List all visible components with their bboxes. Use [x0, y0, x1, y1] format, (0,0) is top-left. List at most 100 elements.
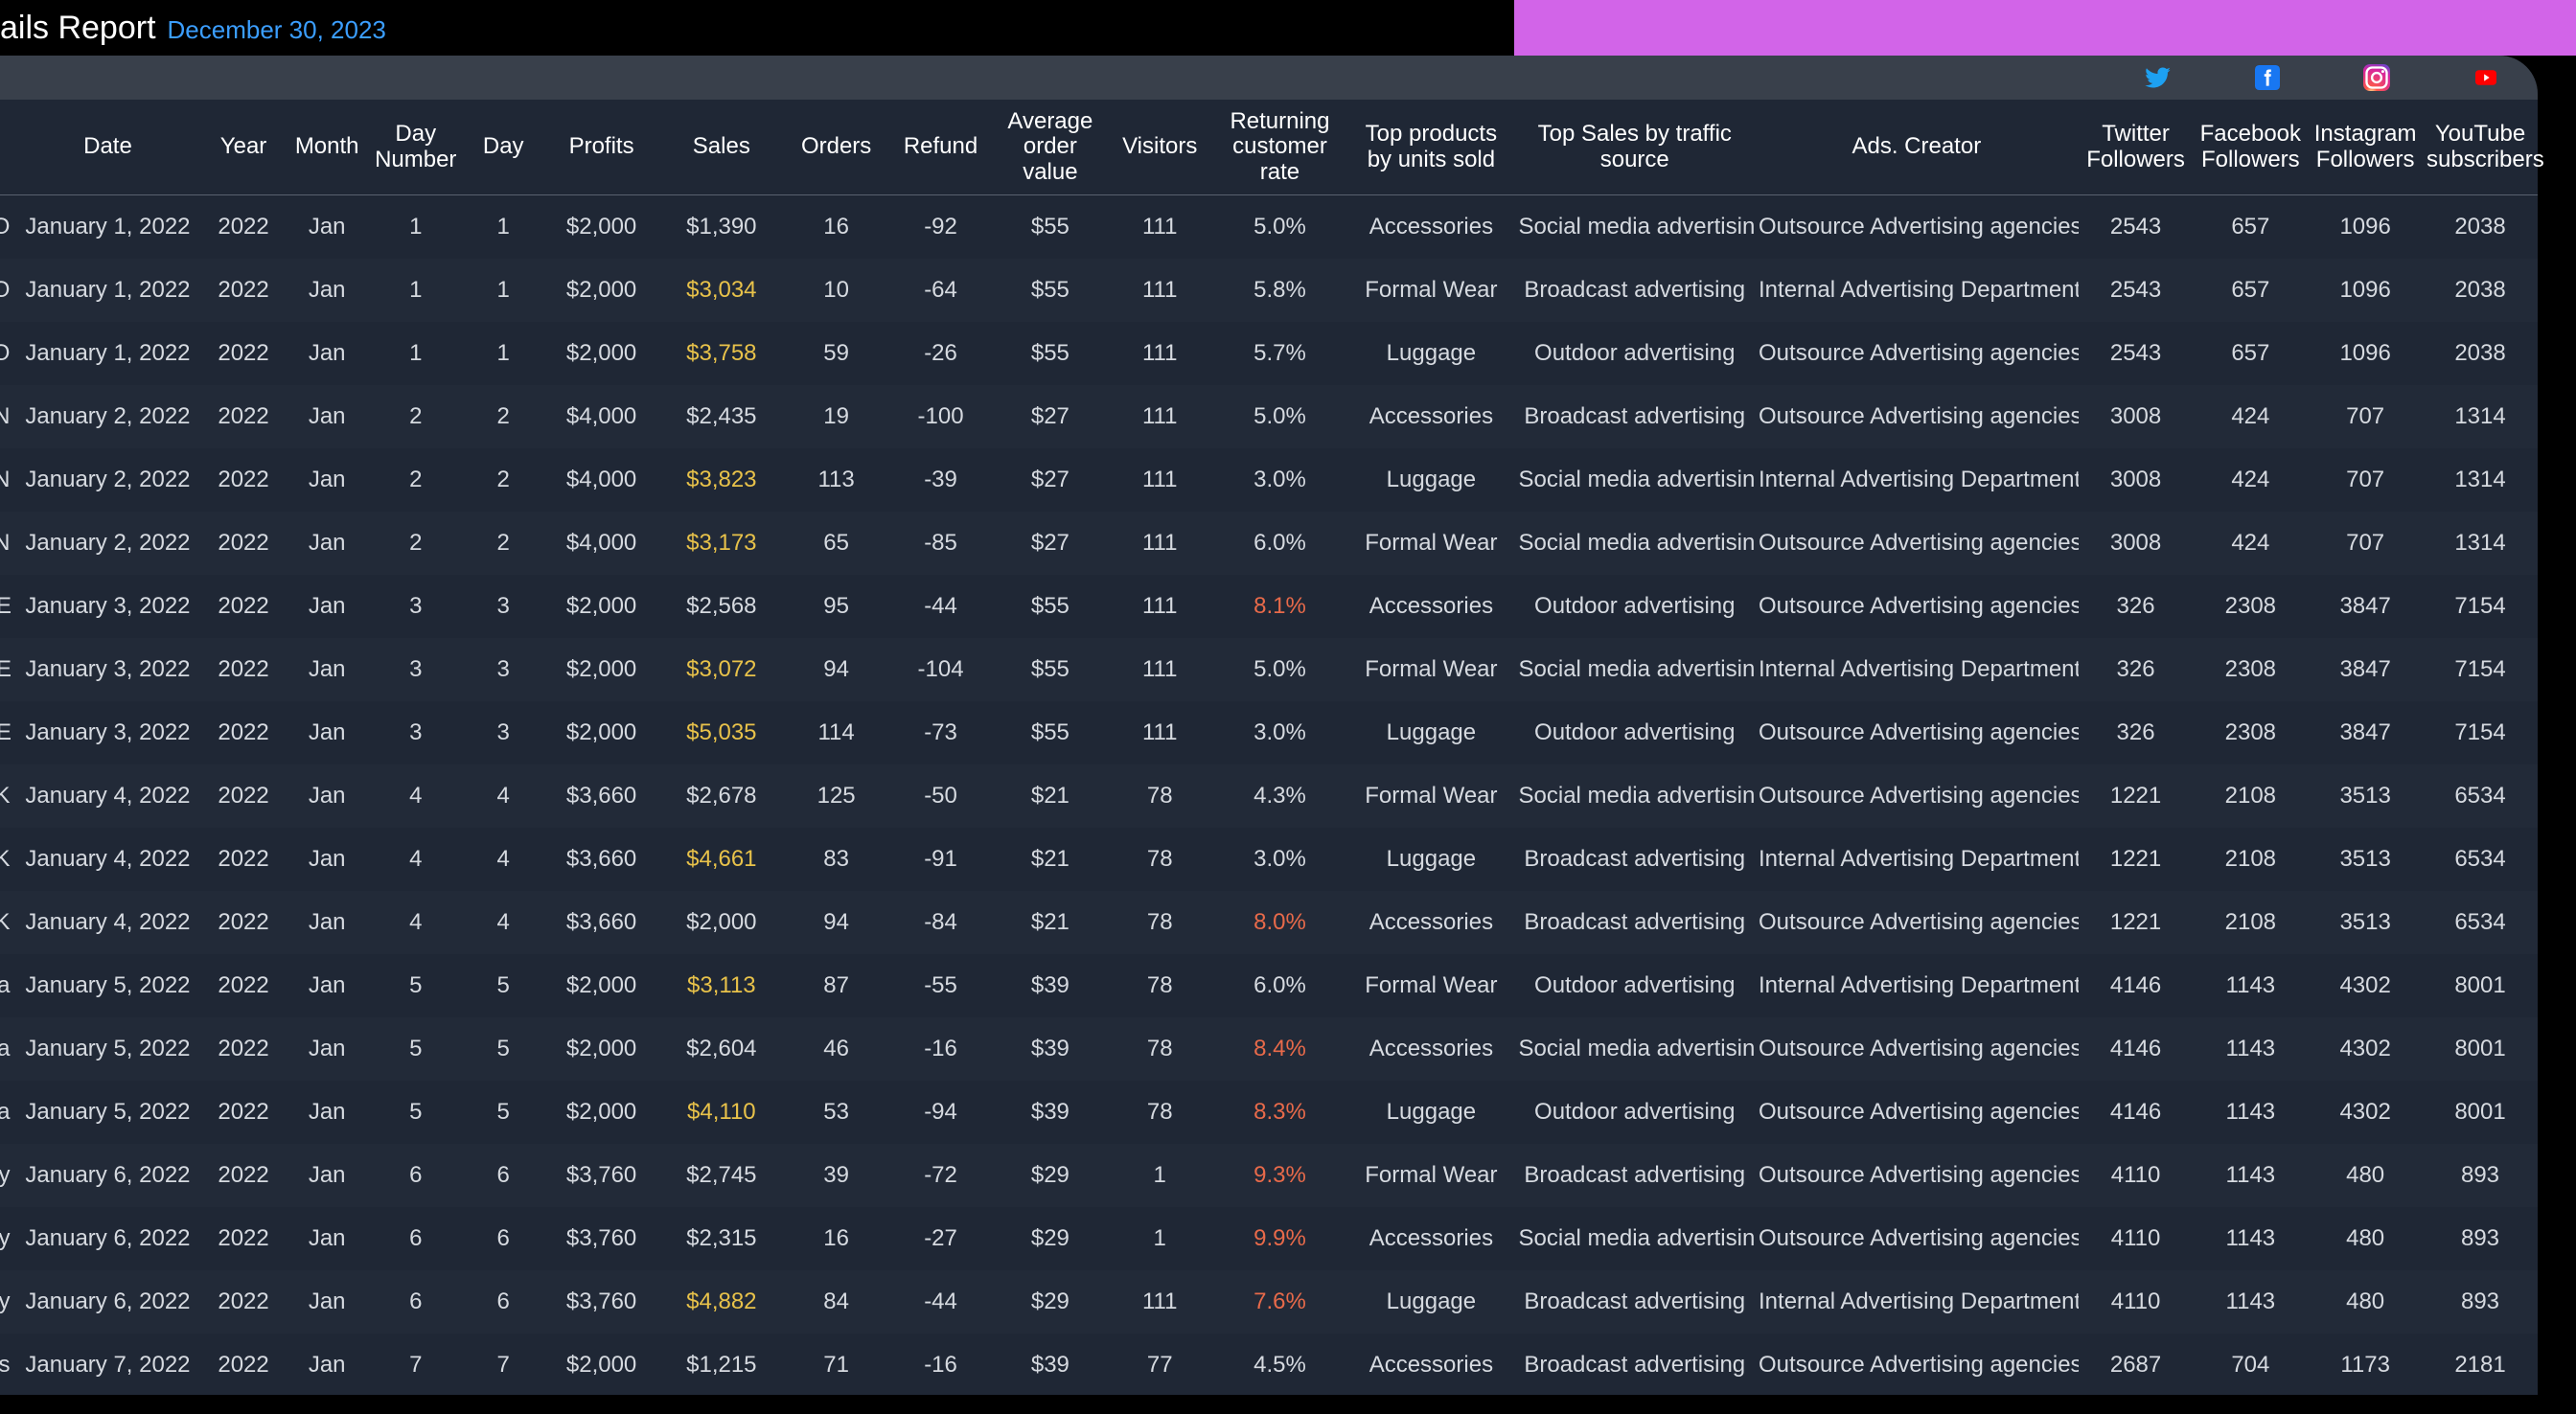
- cell-ig: 1096: [2308, 195, 2423, 259]
- table-row[interactable]: OJanuary 1, 20222022Jan11$2,000$3,03410-…: [0, 259, 2538, 322]
- col-year[interactable]: Year: [201, 100, 285, 195]
- cell-product: Luggage: [1347, 701, 1514, 764]
- cell-product: Formal Wear: [1347, 954, 1514, 1017]
- table-row[interactable]: kyJanuary 6, 20222022Jan66$3,760$2,74539…: [0, 1144, 2538, 1207]
- cell-tw: 4110: [2079, 1270, 2194, 1334]
- table-row[interactable]: iaJanuary 5, 20222022Jan55$2,000$3,11387…: [0, 954, 2538, 1017]
- table-row[interactable]: SEEJanuary 3, 20222022Jan33$2,000$5,0351…: [0, 701, 2538, 764]
- table-row[interactable]: NJanuary 2, 20222022Jan22$4,000$3,823113…: [0, 448, 2538, 512]
- col-sales[interactable]: Sales: [658, 100, 784, 195]
- cell-aov: $55: [993, 259, 1108, 322]
- cell-sales: $1,215: [658, 1334, 784, 1397]
- cell-traffic: Outdoor advertising: [1515, 575, 1756, 638]
- table-row[interactable]: kyJanuary 6, 20222022Jan66$3,760$4,88284…: [0, 1270, 2538, 1334]
- cell-profits: $3,760: [544, 1270, 659, 1334]
- cell-date: January 6, 2022: [13, 1207, 201, 1270]
- cell-traffic: Broadcast advertising: [1515, 891, 1756, 954]
- cell-product: Luggage: [1347, 448, 1514, 512]
- cell-year: 2022: [201, 575, 285, 638]
- cell-tw: 3008: [2079, 448, 2194, 512]
- cell-orders: 95: [784, 575, 888, 638]
- col-date[interactable]: Date: [13, 100, 201, 195]
- col-instagram[interactable]: Instagram Followers: [2308, 100, 2423, 195]
- col-twitter[interactable]: Twitter Followers: [2079, 100, 2194, 195]
- cell-year: 2022: [201, 195, 285, 259]
- cell-yt: 6534: [2423, 764, 2538, 828]
- cell-daynum: 6: [369, 1270, 463, 1334]
- table-row[interactable]: SEEJanuary 3, 20222022Jan33$2,000$3,0729…: [0, 638, 2538, 701]
- col-aov[interactable]: Average order value: [993, 100, 1108, 195]
- col-orders[interactable]: Orders: [784, 100, 888, 195]
- cell-profits: $2,000: [544, 1334, 659, 1397]
- cell-ig: 480: [2308, 1207, 2423, 1270]
- table-row[interactable]: iaJanuary 5, 20222022Jan55$2,000$4,11053…: [0, 1081, 2538, 1144]
- cell-visitors: 111: [1108, 259, 1212, 322]
- table-row[interactable]: NJanuary 2, 20222022Jan22$4,000$2,43519-…: [0, 385, 2538, 448]
- cell-sales: $3,823: [658, 448, 784, 512]
- cell-tw: 4110: [2079, 1144, 2194, 1207]
- table-row[interactable]: RKJanuary 4, 20222022Jan44$3,660$4,66183…: [0, 828, 2538, 891]
- cell-year: 2022: [201, 1081, 285, 1144]
- table-row[interactable]: kyJanuary 6, 20222022Jan66$3,760$2,31516…: [0, 1207, 2538, 1270]
- cell-ig: 3847: [2308, 575, 2423, 638]
- col-visitors[interactable]: Visitors: [1108, 100, 1212, 195]
- cell-day: 6: [463, 1207, 544, 1270]
- table-row[interactable]: sJanuary 7, 20222022Jan77$2,000$1,21571-…: [0, 1334, 2538, 1397]
- cell-daynum: 5: [369, 1081, 463, 1144]
- cell-date: January 5, 2022: [13, 1017, 201, 1081]
- cell-day: 3: [463, 575, 544, 638]
- cell-sales: $2,000: [658, 891, 784, 954]
- col-creator[interactable]: Ads. Creator: [1755, 100, 2079, 195]
- col-youtube[interactable]: YouTube subscribers: [2423, 100, 2538, 195]
- cell-rate: 9.9%: [1212, 1207, 1348, 1270]
- table-row[interactable]: RKJanuary 4, 20222022Jan44$3,660$2,67812…: [0, 764, 2538, 828]
- col-facebook[interactable]: Facebook Followers: [2193, 100, 2308, 195]
- cell-daynum: 4: [369, 828, 463, 891]
- col-month[interactable]: Month: [286, 100, 369, 195]
- col-profits[interactable]: Profits: [544, 100, 659, 195]
- cell-rate: 3.0%: [1212, 828, 1348, 891]
- cell-ig: 480: [2308, 1144, 2423, 1207]
- cell-rate: 9.3%: [1212, 1144, 1348, 1207]
- cell-profits: $2,000: [544, 195, 659, 259]
- cell-month: Jan: [286, 195, 369, 259]
- cell-month: Jan: [286, 1270, 369, 1334]
- cell-tw: 2543: [2079, 195, 2194, 259]
- cell-yt: 8001: [2423, 954, 2538, 1017]
- col-rate[interactable]: Returning customer rate: [1212, 100, 1348, 195]
- table-row[interactable]: iaJanuary 5, 20222022Jan55$2,000$2,60446…: [0, 1017, 2538, 1081]
- col-product[interactable]: Top products by units sold: [1347, 100, 1514, 195]
- table-row[interactable]: NJanuary 2, 20222022Jan22$4,000$3,17365-…: [0, 512, 2538, 575]
- cell-profits: $2,000: [544, 638, 659, 701]
- cell-product: Formal Wear: [1347, 638, 1514, 701]
- cell-year: 2022: [201, 512, 285, 575]
- cell-sales: $3,034: [658, 259, 784, 322]
- cell-year: 2022: [201, 954, 285, 1017]
- cell-year: 2022: [201, 1334, 285, 1397]
- cell-region: RK: [0, 828, 13, 891]
- col-region[interactable]: on: [0, 100, 13, 195]
- cell-ig: 1096: [2308, 259, 2423, 322]
- col-day[interactable]: Day: [463, 100, 544, 195]
- table-row[interactable]: OJanuary 1, 20222022Jan11$2,000$3,75859-…: [0, 322, 2538, 385]
- cell-daynum: 4: [369, 764, 463, 828]
- col-traffic[interactable]: Top Sales by traffic source: [1515, 100, 1756, 195]
- cell-traffic: Outdoor advertising: [1515, 701, 1756, 764]
- cell-profits: $4,000: [544, 512, 659, 575]
- cell-date: January 6, 2022: [13, 1270, 201, 1334]
- cell-daynum: 2: [369, 385, 463, 448]
- cell-traffic: Social media advertising: [1515, 195, 1756, 259]
- table-row[interactable]: RKJanuary 4, 20222022Jan44$3,660$2,00094…: [0, 891, 2538, 954]
- cell-month: Jan: [286, 448, 369, 512]
- col-refund[interactable]: Refund: [888, 100, 993, 195]
- cell-year: 2022: [201, 1207, 285, 1270]
- cell-profits: $3,660: [544, 828, 659, 891]
- cell-orders: 84: [784, 1270, 888, 1334]
- col-daynum[interactable]: Day Number: [369, 100, 463, 195]
- table-row[interactable]: OJanuary 1, 20222022Jan11$2,000$1,39016-…: [0, 195, 2538, 259]
- cell-visitors: 111: [1108, 385, 1212, 448]
- cell-date: January 4, 2022: [13, 891, 201, 954]
- cell-visitors: 78: [1108, 1081, 1212, 1144]
- table-row[interactable]: SEEJanuary 3, 20222022Jan33$2,000$2,5689…: [0, 575, 2538, 638]
- cell-ig: 4302: [2308, 1081, 2423, 1144]
